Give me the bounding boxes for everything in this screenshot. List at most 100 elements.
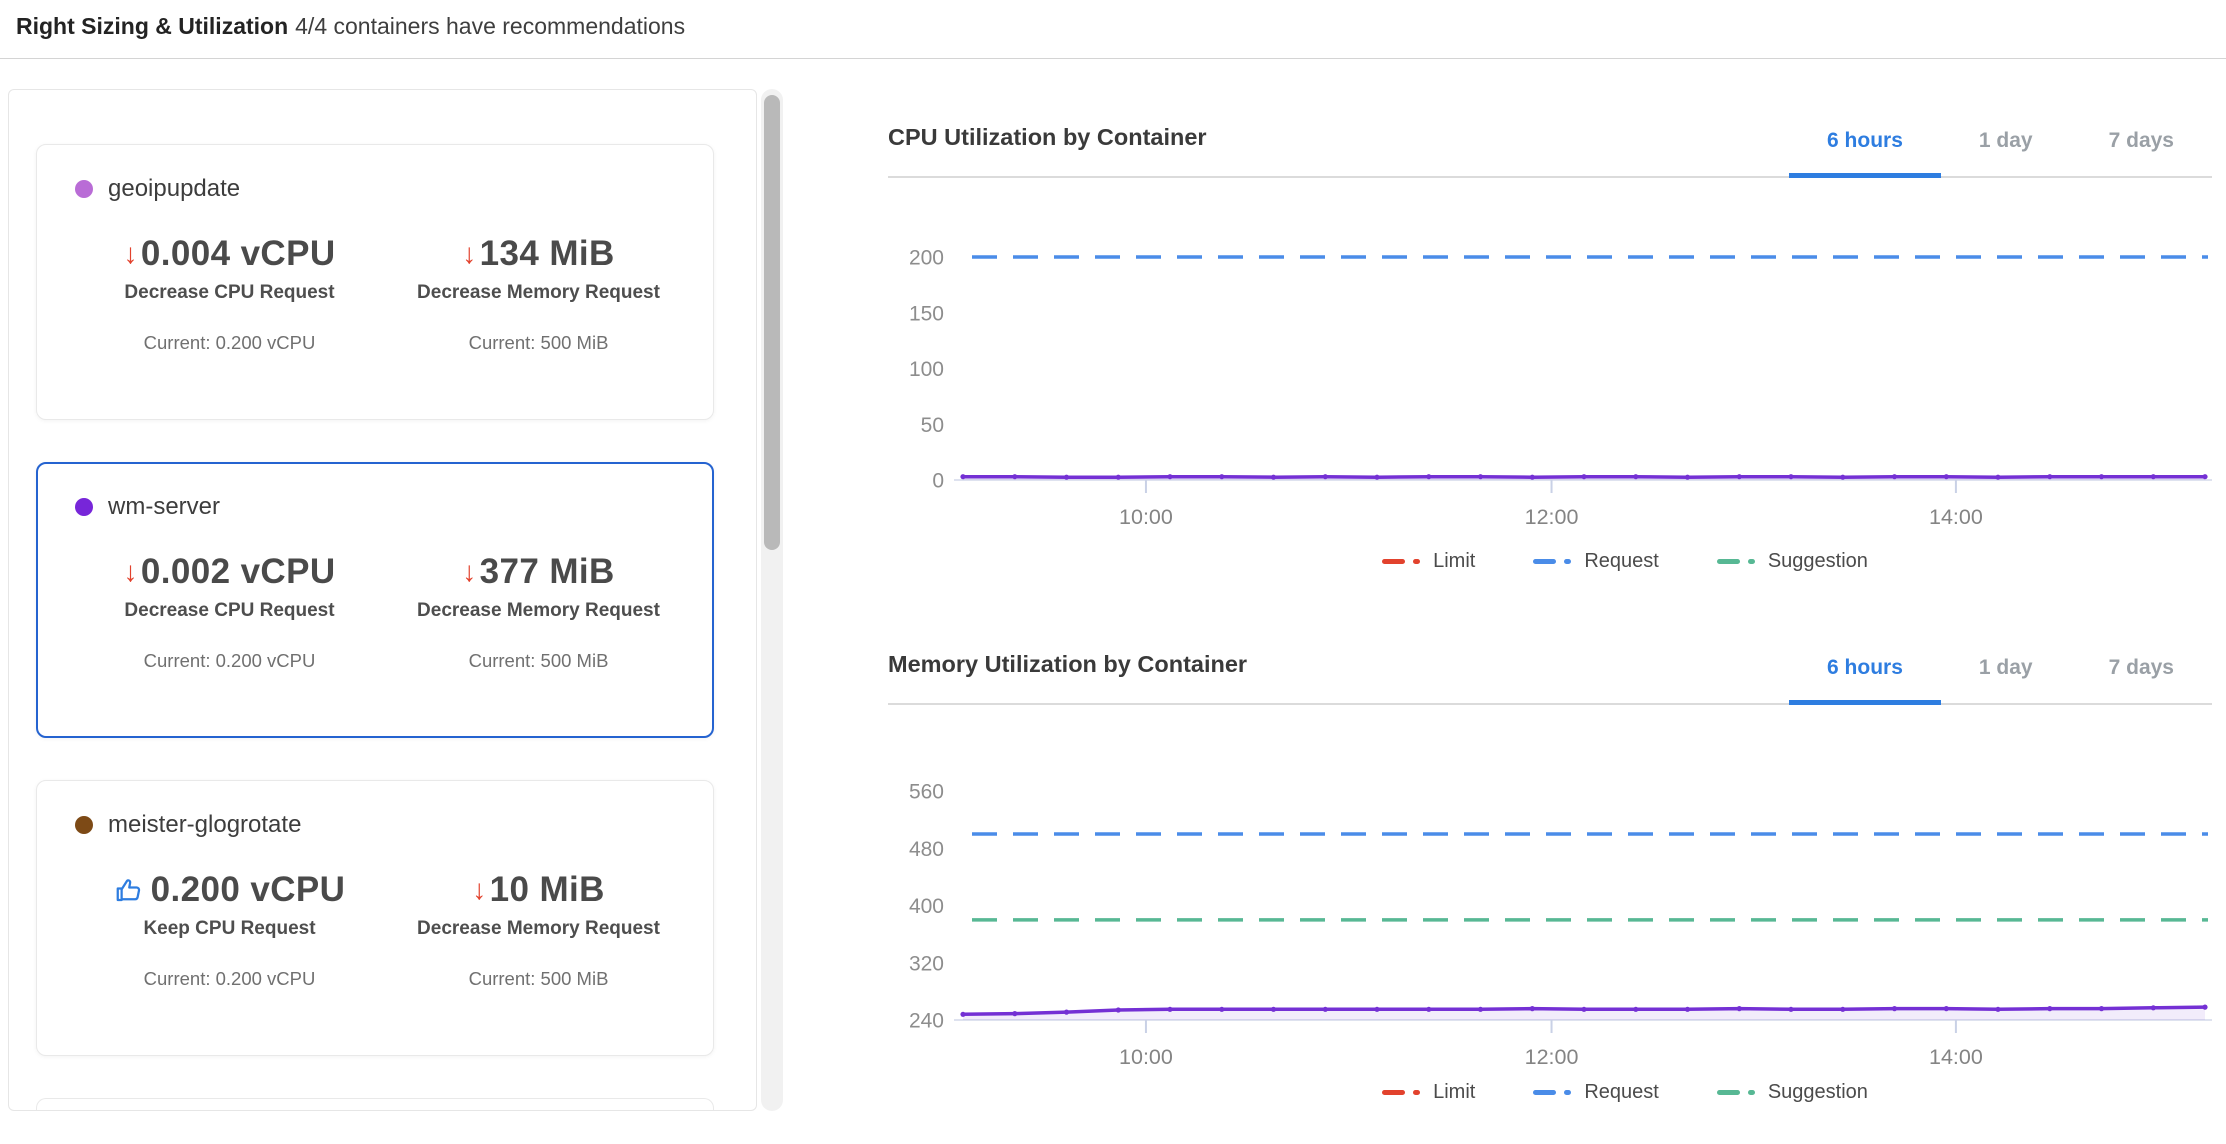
charts-area: CPU Utilization by Container 6 hours1 da… [790, 89, 2226, 1111]
svg-text:50: 50 [921, 414, 944, 437]
recommendation-label: Decrease Memory Request [417, 918, 660, 940]
legend-item-request[interactable]: Request [1533, 550, 1659, 573]
container-color-dot [75, 180, 93, 198]
cpu-chart-section: CPU Utilization by Container 6 hours1 da… [888, 124, 2212, 573]
svg-text:12:00: 12:00 [1525, 505, 1579, 529]
legend-label: Limit [1433, 1081, 1475, 1104]
thumbs-up-icon [114, 875, 144, 905]
current-value: Current: 0.200 vCPU [144, 968, 316, 990]
recommendation-value: 134 MiB [480, 233, 615, 275]
container-name: wm-server [108, 493, 220, 521]
legend-swatch [1717, 1090, 1755, 1095]
memory-chart-legend: Limit Request Suggestion [888, 1081, 2212, 1104]
legend-label: Suggestion [1768, 550, 1868, 573]
container-card-list: geoipupdate ↓ 0.004 vCPU Decrease CPU Re… [36, 144, 756, 1056]
tab-7-days[interactable]: 7 days [2071, 129, 2212, 176]
tab-6-hours[interactable]: 6 hours [1789, 129, 1941, 176]
list-scrollbar-track[interactable] [761, 89, 783, 1111]
svg-text:150: 150 [909, 302, 944, 325]
container-list-area: geoipupdate ↓ 0.004 vCPU Decrease CPU Re… [0, 89, 790, 1111]
decrease-arrow-icon: ↓ [123, 558, 137, 586]
page-title: Right Sizing & Utilization [16, 13, 288, 39]
container-card-header: meister-glogrotate [75, 811, 693, 839]
recommendation-metrics: ↓ 0.004 vCPU Decrease CPU Request Curren… [75, 233, 693, 354]
svg-text:14:00: 14:00 [1929, 1045, 1983, 1069]
list-scrollbar-thumb[interactable] [764, 95, 780, 550]
recommendation-label: Decrease CPU Request [124, 600, 334, 622]
container-card-geoipupdate[interactable]: geoipupdate ↓ 0.004 vCPU Decrease CPU Re… [36, 144, 714, 420]
recommendation-value-row: ↓ 0.002 vCPU [123, 551, 335, 593]
current-value: Current: 0.200 vCPU [144, 332, 316, 354]
container-card-partial[interactable] [36, 1098, 714, 1111]
tab-6-hours[interactable]: 6 hours [1789, 656, 1941, 703]
memory-chart-section: Memory Utilization by Container 6 hours1… [888, 651, 2212, 1104]
recommendation-value-row: ↓ 0.004 vCPU [123, 233, 335, 275]
current-value: Current: 500 MiB [469, 968, 609, 990]
legend-label: Request [1584, 550, 1659, 573]
recommendation-value-row: 0.200 vCPU [114, 869, 346, 911]
recommendation-value-row: ↓ 10 MiB [472, 869, 605, 911]
svg-text:320: 320 [909, 952, 944, 975]
recommendation-value: 0.004 vCPU [141, 233, 336, 275]
container-card-header: geoipupdate [75, 175, 693, 203]
tab-7-days[interactable]: 7 days [2071, 656, 2212, 703]
svg-text:480: 480 [909, 838, 944, 861]
svg-text:12:00: 12:00 [1525, 1045, 1579, 1069]
memory-recommendation: ↓ 377 MiB Decrease Memory Request Curren… [384, 551, 693, 672]
legend-label: Limit [1433, 550, 1475, 573]
container-card-wm-server[interactable]: wm-server ↓ 0.002 vCPU Decrease CPU Requ… [36, 462, 714, 738]
legend-swatch [1382, 1090, 1420, 1095]
current-value: Current: 500 MiB [469, 650, 609, 672]
page-header: Right Sizing & Utilization4/4 containers… [0, 0, 2226, 59]
memory-recommendation: ↓ 134 MiB Decrease Memory Request Curren… [384, 233, 693, 354]
svg-text:10:00: 10:00 [1119, 505, 1173, 529]
recommendation-value: 10 MiB [490, 869, 605, 911]
recommendation-label: Decrease Memory Request [417, 282, 660, 304]
svg-text:560: 560 [909, 781, 944, 804]
legend-swatch [1382, 559, 1420, 564]
decrease-arrow-icon: ↓ [472, 876, 486, 904]
svg-text:100: 100 [909, 358, 944, 381]
legend-swatch [1717, 559, 1755, 564]
tab-1-day[interactable]: 1 day [1941, 656, 2071, 703]
recommendation-metrics: ↓ 0.002 vCPU Decrease CPU Request Curren… [75, 551, 693, 672]
recommendation-value-row: ↓ 134 MiB [462, 233, 614, 275]
tab-1-day[interactable]: 1 day [1941, 129, 2071, 176]
svg-text:14:00: 14:00 [1929, 505, 1983, 529]
cpu-chart-header: CPU Utilization by Container 6 hours1 da… [888, 124, 2212, 178]
legend-item-limit[interactable]: Limit [1382, 550, 1475, 573]
container-card-header: wm-server [75, 493, 693, 521]
container-card-meister-glogrotate[interactable]: meister-glogrotate 0.200 vCPU Keep CPU R… [36, 780, 714, 1056]
legend-item-suggestion[interactable]: Suggestion [1717, 1081, 1868, 1104]
decrease-arrow-icon: ↓ [462, 558, 476, 586]
decrease-arrow-icon: ↓ [123, 240, 137, 268]
memory-recommendation: ↓ 10 MiB Decrease Memory Request Current… [384, 869, 693, 990]
memory-chart-canvas: 560 480 400 320 240 10:00 12:00 14:00 [888, 709, 2212, 1069]
recommendation-value: 377 MiB [480, 551, 615, 593]
svg-text:0: 0 [932, 470, 944, 493]
memory-time-range-tabs: 6 hours1 day7 days [1789, 656, 2212, 703]
legend-item-suggestion[interactable]: Suggestion [1717, 550, 1868, 573]
svg-text:400: 400 [909, 895, 944, 918]
current-value: Current: 0.200 vCPU [144, 650, 316, 672]
legend-swatch [1533, 559, 1571, 564]
svg-text:240: 240 [909, 1010, 944, 1033]
legend-item-request[interactable]: Request [1533, 1081, 1659, 1104]
cpu-recommendation: 0.200 vCPU Keep CPU Request Current: 0.2… [75, 869, 384, 990]
container-color-dot [75, 816, 93, 834]
legend-item-limit[interactable]: Limit [1382, 1081, 1475, 1104]
cpu-recommendation: ↓ 0.004 vCPU Decrease CPU Request Curren… [75, 233, 384, 354]
memory-chart-header: Memory Utilization by Container 6 hours1… [888, 651, 2212, 705]
recommendation-value: 0.200 vCPU [151, 869, 346, 911]
memory-chart-title: Memory Utilization by Container [888, 651, 1247, 703]
recommendation-label: Keep CPU Request [143, 918, 315, 940]
recommendation-label: Decrease CPU Request [124, 282, 334, 304]
recommendation-value-row: ↓ 377 MiB [462, 551, 614, 593]
container-name: meister-glogrotate [108, 811, 301, 839]
cpu-chart-title: CPU Utilization by Container [888, 124, 1207, 176]
cpu-chart-legend: Limit Request Suggestion [888, 550, 2212, 573]
svg-text:10:00: 10:00 [1119, 1045, 1173, 1069]
cpu-chart-canvas: 20015010050010:0012:0014:00 [888, 188, 2212, 538]
legend-swatch [1533, 1090, 1571, 1095]
legend-label: Request [1584, 1081, 1659, 1104]
